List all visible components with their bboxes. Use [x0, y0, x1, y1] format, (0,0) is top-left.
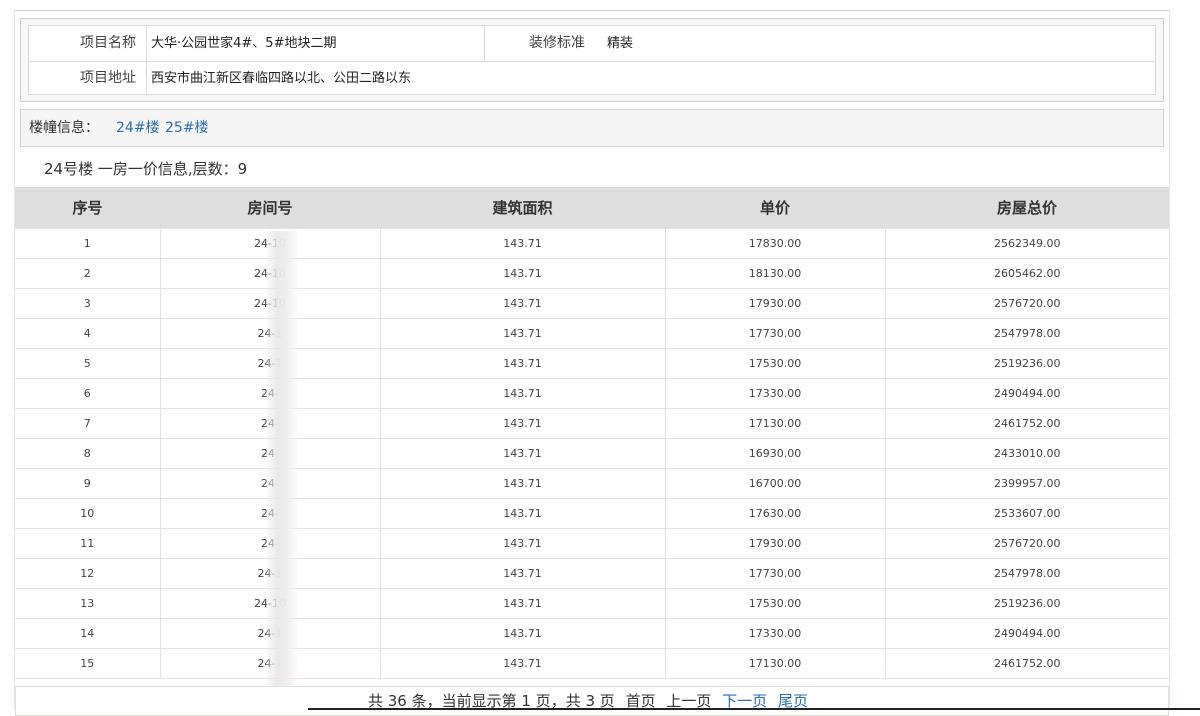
cell-unit-price: 17730.00	[664, 318, 885, 349]
project-name-label: 项目名称	[29, 26, 147, 61]
cell-index: 1	[15, 228, 160, 259]
price-table: 序号 房间号 建筑面积 单价 房屋总价 124-10143.7117830.00…	[15, 187, 1169, 679]
cell-total-price: 2461752.00	[884, 408, 1169, 439]
header-index: 序号	[15, 187, 160, 229]
table-row: 624-143.7117330.002490494.00	[15, 378, 1169, 409]
cell-index: 10	[15, 498, 160, 529]
header-room: 房间号	[160, 187, 380, 229]
building-link-24[interactable]: 24#楼	[116, 110, 160, 146]
table-row: 924-143.7116700.002399957.00	[15, 468, 1169, 499]
header-unit-price: 单价	[665, 187, 885, 229]
cell-total-price: 2547978.00	[884, 558, 1169, 589]
building-selector: 楼幢信息： 24#楼 25#楼	[20, 109, 1164, 147]
cell-unit-price: 17330.00	[664, 378, 885, 409]
cell-area: 143.71	[379, 558, 665, 589]
cell-unit-price: 17530.00	[664, 348, 885, 379]
table-row: 224-10143.7118130.002605462.00	[15, 258, 1169, 289]
table-row: 824-143.7116930.002433010.00	[15, 438, 1169, 469]
cell-index: 14	[15, 618, 160, 649]
cell-index: 7	[15, 408, 160, 439]
project-info-table: 项目名称 大华·公园世家4#、5#地块二期 装修标准 精装 项目地址 西安市曲江…	[28, 25, 1156, 96]
cell-unit-price: 17130.00	[664, 648, 885, 679]
room-number-redaction	[266, 231, 298, 686]
table-row: 724-143.7117130.002461752.00	[15, 408, 1169, 439]
cell-index: 3	[15, 288, 160, 319]
cell-unit-price: 17130.00	[664, 408, 885, 439]
cell-index: 11	[15, 528, 160, 559]
cell-total-price: 2562349.00	[884, 228, 1169, 259]
cell-total-price: 2490494.00	[884, 618, 1169, 649]
cell-index: 4	[15, 318, 160, 349]
cell-index: 9	[15, 468, 160, 499]
building-label: 楼幢信息：	[29, 120, 99, 136]
cell-index: 6	[15, 378, 160, 409]
table-row: 124-10143.7117830.002562349.00	[15, 228, 1169, 259]
decoration-label: 装修标准	[529, 35, 585, 51]
cell-total-price: 2547978.00	[884, 318, 1169, 349]
cell-unit-price: 17530.00	[664, 588, 885, 619]
cell-area: 143.71	[379, 288, 665, 319]
cell-total-price: 2533607.00	[884, 498, 1169, 529]
cell-total-price: 2399957.00	[884, 468, 1169, 499]
cell-total-price: 2433010.00	[884, 438, 1169, 469]
cell-total-price: 2519236.00	[884, 588, 1169, 619]
cell-unit-price: 17630.00	[664, 498, 885, 529]
cell-total-price: 2490494.00	[884, 378, 1169, 409]
table-row: 1324-10143.7117530.002519236.00	[15, 588, 1169, 619]
cell-area: 143.71	[379, 438, 665, 469]
cell-unit-price: 16930.00	[664, 438, 885, 469]
cell-area: 143.71	[379, 528, 665, 559]
cell-unit-price: 17930.00	[664, 528, 885, 559]
project-name-row: 项目名称 大华·公园世家4#、5#地块二期 装修标准 精装	[29, 26, 1155, 62]
table-row: 1224-1143.7117730.002547978.00	[15, 558, 1169, 589]
project-address-value: 西安市曲江新区春临四路以北、公田二路以东	[151, 71, 412, 86]
table-header-row: 序号 房间号 建筑面积 单价 房屋总价	[15, 187, 1169, 229]
cell-area: 143.71	[379, 408, 665, 439]
cell-unit-price: 17730.00	[664, 558, 885, 589]
cell-total-price: 2461752.00	[884, 648, 1169, 679]
cell-area: 143.71	[379, 588, 665, 619]
table-row: 1124-143.7117930.002576720.00	[15, 528, 1169, 559]
cell-index: 5	[15, 348, 160, 379]
cell-area: 143.71	[379, 318, 665, 349]
cell-unit-price: 17930.00	[664, 288, 885, 319]
cell-area: 143.71	[379, 348, 665, 379]
table-row: 324-10143.7117930.002576720.00	[15, 288, 1169, 319]
header-total-price: 房屋总价	[885, 187, 1169, 229]
project-address-label: 项目地址	[29, 61, 147, 96]
cell-total-price: 2576720.00	[884, 288, 1169, 319]
decoration-value: 精装	[607, 36, 634, 51]
table-row: 1024-143.7117630.002533607.00	[15, 498, 1169, 529]
table-row: 424-1143.7117730.002547978.00	[15, 318, 1169, 349]
cell-unit-price: 17330.00	[664, 618, 885, 649]
project-name-value: 大华·公园世家4#、5#地块二期	[151, 36, 337, 51]
table-row: 1524-1143.7117130.002461752.00	[15, 648, 1169, 679]
table-row: 1424-1143.7117330.002490494.00	[15, 618, 1169, 649]
window-edge	[308, 708, 1200, 710]
cell-area: 143.71	[379, 468, 665, 499]
header-area: 建筑面积	[380, 187, 665, 229]
cell-total-price: 2576720.00	[884, 528, 1169, 559]
table-row: 524-1143.7117530.002519236.00	[15, 348, 1169, 379]
building-link-25[interactable]: 25#楼	[165, 110, 209, 146]
cell-divider	[484, 26, 485, 61]
cell-index: 13	[15, 588, 160, 619]
cell-index: 12	[15, 558, 160, 589]
cell-index: 2	[15, 258, 160, 289]
cell-unit-price: 17830.00	[664, 228, 885, 259]
project-address-row: 项目地址 西安市曲江新区春临四路以北、公田二路以东	[29, 61, 1155, 96]
cell-total-price: 2605462.00	[884, 258, 1169, 289]
cell-index: 8	[15, 438, 160, 469]
cell-area: 143.71	[379, 378, 665, 409]
cell-area: 143.71	[379, 498, 665, 529]
building-summary: 24号楼 一房一价信息,层数：9	[44, 160, 248, 178]
cell-area: 143.71	[379, 258, 665, 289]
cell-unit-price: 18130.00	[664, 258, 885, 289]
cell-area: 143.71	[379, 648, 665, 679]
cell-unit-price: 16700.00	[664, 468, 885, 499]
cell-area: 143.71	[379, 228, 665, 259]
cell-area: 143.71	[379, 618, 665, 649]
cell-total-price: 2519236.00	[884, 348, 1169, 379]
cell-index: 15	[15, 648, 160, 679]
